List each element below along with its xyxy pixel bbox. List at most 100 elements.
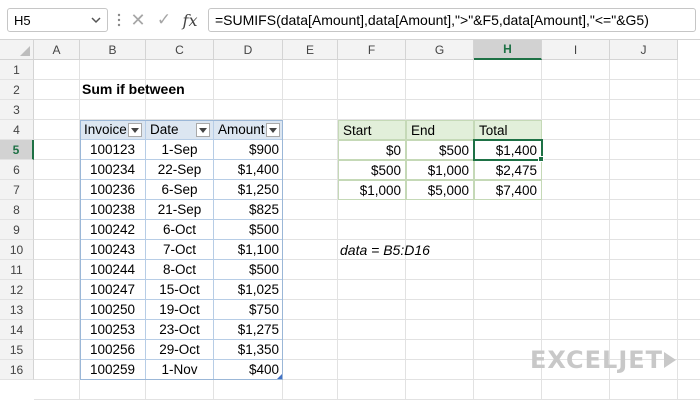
table-cell[interactable]: 100238	[80, 200, 146, 220]
table-cell[interactable]: 100250	[80, 300, 146, 320]
table-cell[interactable]: $750	[214, 300, 283, 320]
row-header-13[interactable]: 13	[0, 300, 34, 320]
table-cell[interactable]: 100242	[80, 220, 146, 240]
grid-line	[677, 60, 678, 400]
table-cell[interactable]: 100256	[80, 340, 146, 360]
table-cell[interactable]: 100253	[80, 320, 146, 340]
table-cell[interactable]: 100236	[80, 180, 146, 200]
column-header-f[interactable]: F	[338, 40, 406, 60]
summary-header-start[interactable]: Start	[338, 120, 406, 140]
table-cell[interactable]: 100243	[80, 240, 146, 260]
table-cell[interactable]: $1,250	[214, 180, 283, 200]
summary-cell[interactable]: $500	[406, 140, 474, 160]
row-header-14[interactable]: 14	[0, 320, 34, 340]
row-header-9[interactable]: 9	[0, 220, 34, 240]
table-cell[interactable]: 100259	[80, 360, 146, 380]
drag-handle-icon[interactable]	[116, 9, 122, 31]
row-header-6[interactable]: 6	[0, 160, 34, 180]
summary-cell[interactable]: $1,000	[338, 180, 406, 200]
row-header-2[interactable]: 2	[0, 80, 34, 100]
table-cell[interactable]: 1-Nov	[146, 360, 214, 380]
table-cell[interactable]: 1-Sep	[146, 140, 214, 160]
column-header-a[interactable]: A	[34, 40, 80, 60]
filter-dropdown-icon[interactable]	[266, 123, 280, 137]
column-header-c[interactable]: C	[146, 40, 214, 60]
row-header-7[interactable]: 7	[0, 180, 34, 200]
table-cell[interactable]: 100123	[80, 140, 146, 160]
column-header-h[interactable]: H	[474, 40, 542, 60]
formula-input[interactable]: =SUMIFS(data[Amount],data[Amount],">"&F5…	[208, 8, 696, 32]
table-cell[interactable]: 21-Sep	[146, 200, 214, 220]
table-cell[interactable]: 7-Oct	[146, 240, 214, 260]
column-header-e[interactable]: E	[283, 40, 338, 60]
row-header-15[interactable]: 15	[0, 340, 34, 360]
formula-bar: H5 ✕ ✓ fx =SUMIFS(data[Amount],data[Amou…	[0, 0, 700, 40]
summary-header-end[interactable]: End	[406, 120, 474, 140]
sheet-title: Sum if between	[82, 81, 185, 97]
table-cell[interactable]: $825	[214, 200, 283, 220]
summary-cell[interactable]: $500	[338, 160, 406, 180]
chevron-down-icon[interactable]	[89, 13, 103, 27]
formula-buttons: ✕ ✓ fx	[126, 8, 204, 32]
column-header-d[interactable]: D	[214, 40, 283, 60]
row-header-5[interactable]: 5	[0, 140, 34, 160]
table-header-date[interactable]: Date	[146, 120, 214, 140]
table-cell[interactable]: $400	[214, 360, 283, 380]
table-cell[interactable]: 19-Oct	[146, 300, 214, 320]
name-box-value: H5	[14, 13, 31, 28]
table-cell[interactable]: 15-Oct	[146, 280, 214, 300]
table-resize-handle[interactable]	[277, 374, 282, 379]
fill-handle[interactable]	[538, 156, 544, 162]
exceljet-logo: EXCELJET	[530, 346, 664, 374]
table-cell[interactable]: $1,275	[214, 320, 283, 340]
grid-line	[473, 60, 474, 400]
row-header-11[interactable]: 11	[0, 260, 34, 280]
fx-icon[interactable]: fx	[178, 8, 202, 32]
table-header-amount[interactable]: Amount	[214, 120, 283, 140]
table-cell[interactable]: 23-Oct	[146, 320, 214, 340]
name-box[interactable]: H5	[7, 8, 108, 32]
grid-line	[405, 60, 406, 400]
table-cell[interactable]: $500	[214, 220, 283, 240]
summary-cell[interactable]: $1,000	[406, 160, 474, 180]
table-cell[interactable]: 29-Oct	[146, 340, 214, 360]
summary-cell[interactable]: $7,400	[474, 180, 542, 200]
row-header-1[interactable]: 1	[0, 60, 34, 80]
table-cell[interactable]: 100244	[80, 260, 146, 280]
column-header-b[interactable]: B	[80, 40, 146, 60]
column-header-j[interactable]: J	[610, 40, 678, 60]
filter-dropdown-icon[interactable]	[196, 123, 210, 137]
table-cell[interactable]: $900	[214, 140, 283, 160]
row-header-16[interactable]: 16	[0, 360, 34, 380]
table-cell[interactable]: 100247	[80, 280, 146, 300]
table-cell[interactable]: 22-Sep	[146, 160, 214, 180]
table-cell[interactable]: $1,100	[214, 240, 283, 260]
table-cell[interactable]: $1,400	[214, 160, 283, 180]
select-all-corner[interactable]	[0, 40, 34, 60]
table-header-invoice[interactable]: Invoice	[80, 120, 146, 140]
table-cell[interactable]: $1,350	[214, 340, 283, 360]
x-icon[interactable]: ✕	[126, 8, 150, 32]
column-header-g[interactable]: G	[406, 40, 474, 60]
row-header-3[interactable]: 3	[0, 100, 34, 120]
table-cell[interactable]: 6-Sep	[146, 180, 214, 200]
summary-cell[interactable]: $0	[338, 140, 406, 160]
row-header-4[interactable]: 4	[0, 120, 34, 140]
summary-cell[interactable]: $5,000	[406, 180, 474, 200]
table-cell[interactable]: 8-Oct	[146, 260, 214, 280]
table-cell[interactable]: 100234	[80, 160, 146, 180]
summary-header-total[interactable]: Total	[474, 120, 542, 140]
row-header-8[interactable]: 8	[0, 200, 34, 220]
table-cell[interactable]: $1,025	[214, 280, 283, 300]
grid-line	[34, 79, 700, 80]
table-cell[interactable]: 6-Oct	[146, 220, 214, 240]
column-header-i[interactable]: I	[542, 40, 610, 60]
summary-cell[interactable]: $2,475	[474, 160, 542, 180]
table-cell[interactable]: $500	[214, 260, 283, 280]
summary-cell[interactable]: $1,400	[474, 140, 542, 160]
filter-dropdown-icon[interactable]	[128, 123, 142, 137]
row-header-10[interactable]: 10	[0, 240, 34, 260]
check-icon[interactable]: ✓	[152, 8, 176, 32]
row-header-12[interactable]: 12	[0, 280, 34, 300]
named-range-note: data = B5:D16	[340, 242, 430, 258]
